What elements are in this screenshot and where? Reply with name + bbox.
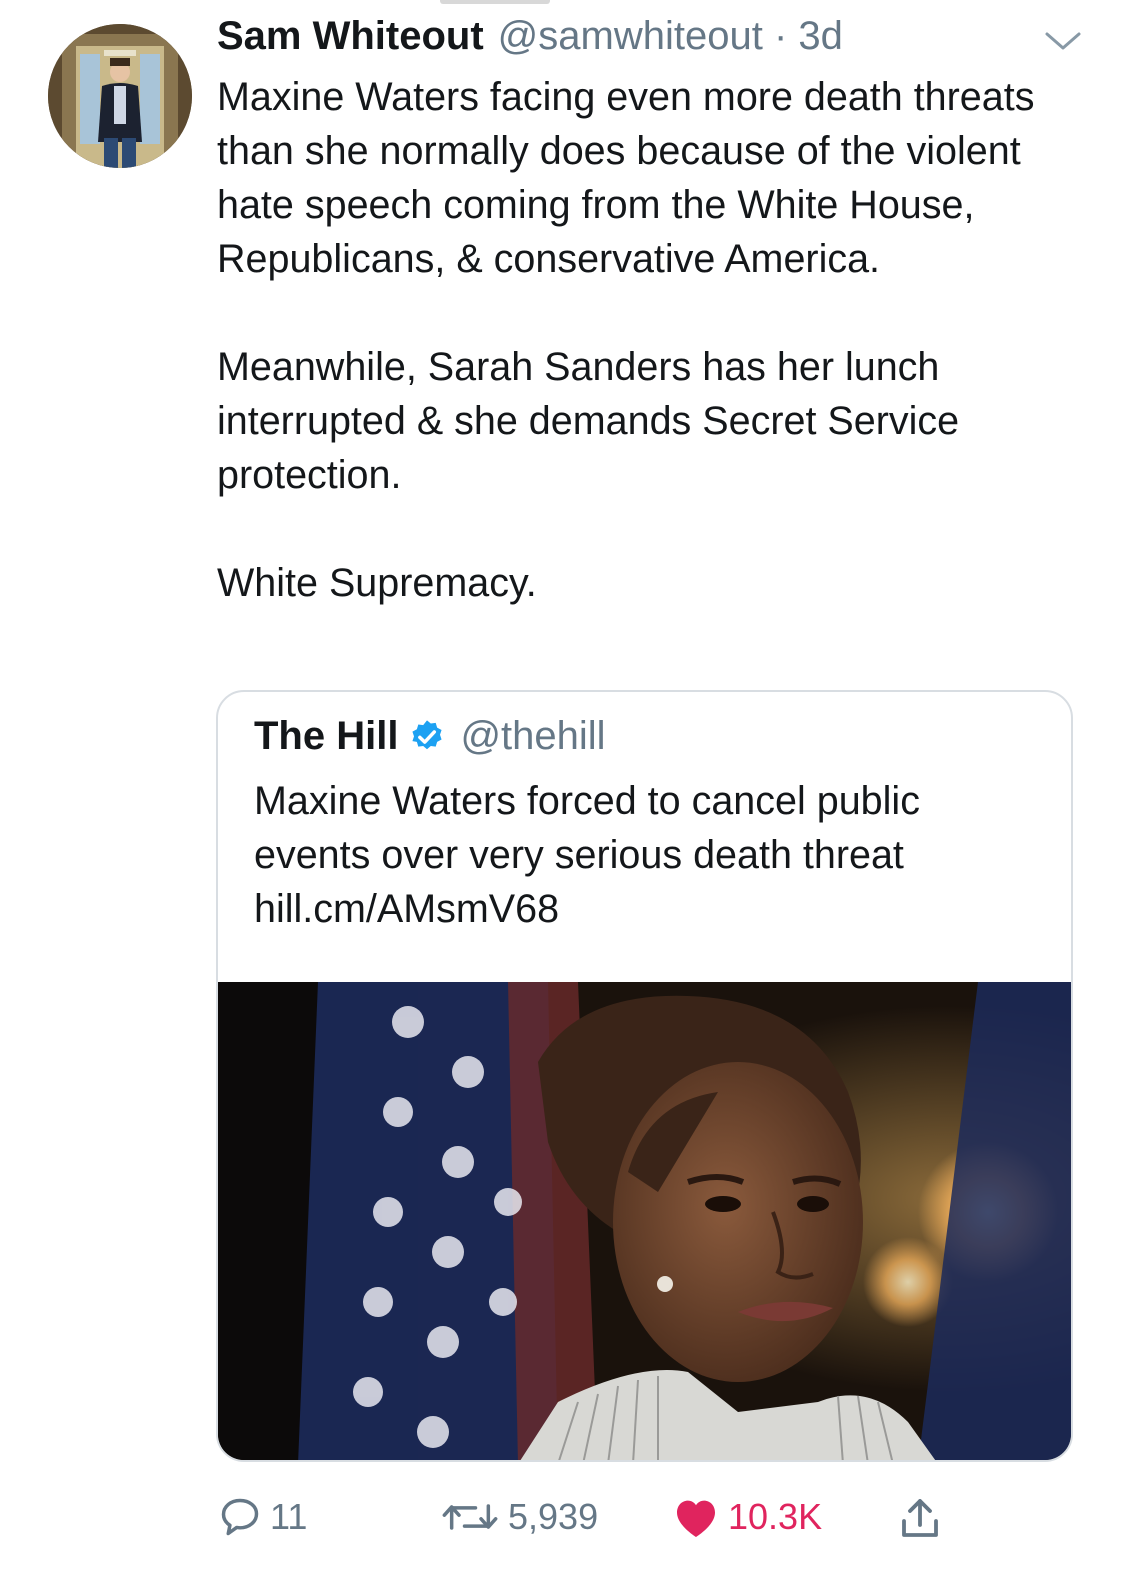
- tweet-paragraph: Maxine Waters facing even more death thr…: [217, 75, 1035, 281]
- reply-icon: [221, 1498, 259, 1536]
- quoted-author-handle: @thehill: [460, 714, 606, 758]
- verified-badge-icon: [412, 719, 443, 749]
- retweet-button[interactable]: 5,939: [440, 1495, 598, 1539]
- quoted-author-name: The Hill: [254, 714, 399, 758]
- like-button[interactable]: 10.3K: [672, 1495, 822, 1539]
- reply-count: 11: [270, 1496, 308, 1537]
- tweet-paragraph: White Supremacy.: [217, 561, 537, 605]
- quoted-tweet-header: The Hill @thehill: [254, 714, 606, 759]
- retweet-icon: [442, 1504, 498, 1530]
- chevron-down-icon[interactable]: [1043, 26, 1083, 56]
- quoted-link[interactable]: hill.cm/AMsmV68: [254, 882, 1044, 936]
- reply-button[interactable]: 11: [218, 1495, 307, 1539]
- tweet-header: Sam Whiteout @samwhiteout · 3d: [217, 14, 843, 66]
- author-handle-and-time[interactable]: @samwhiteout · 3d: [498, 14, 843, 59]
- share-button[interactable]: [896, 1495, 952, 1543]
- author-name[interactable]: Sam Whiteout: [217, 14, 484, 59]
- quoted-tweet-photo[interactable]: [218, 982, 1073, 1462]
- heart-icon: [677, 1500, 715, 1537]
- author-avatar[interactable]: [48, 24, 192, 168]
- top-edge-divider: [440, 0, 550, 4]
- tweet-actions: 11 5,939 10.3K: [218, 1495, 978, 1555]
- tweet-text: Maxine Waters facing even more death thr…: [217, 70, 1077, 664]
- quoted-text-line: Maxine Waters forced to cancel public: [254, 779, 920, 823]
- share-icon: [902, 1499, 938, 1537]
- quoted-tweet-text: Maxine Waters forced to cancel public ev…: [254, 774, 1044, 936]
- quoted-text-line: events over very serious death threat: [254, 833, 904, 877]
- retweet-count: 5,939: [508, 1496, 599, 1537]
- quoted-tweet-card[interactable]: The Hill @thehill Maxine Waters forced t…: [216, 690, 1073, 1462]
- tweet-paragraph: Meanwhile, Sarah Sanders has her lunch i…: [217, 345, 960, 497]
- like-count: 10.3K: [728, 1496, 823, 1537]
